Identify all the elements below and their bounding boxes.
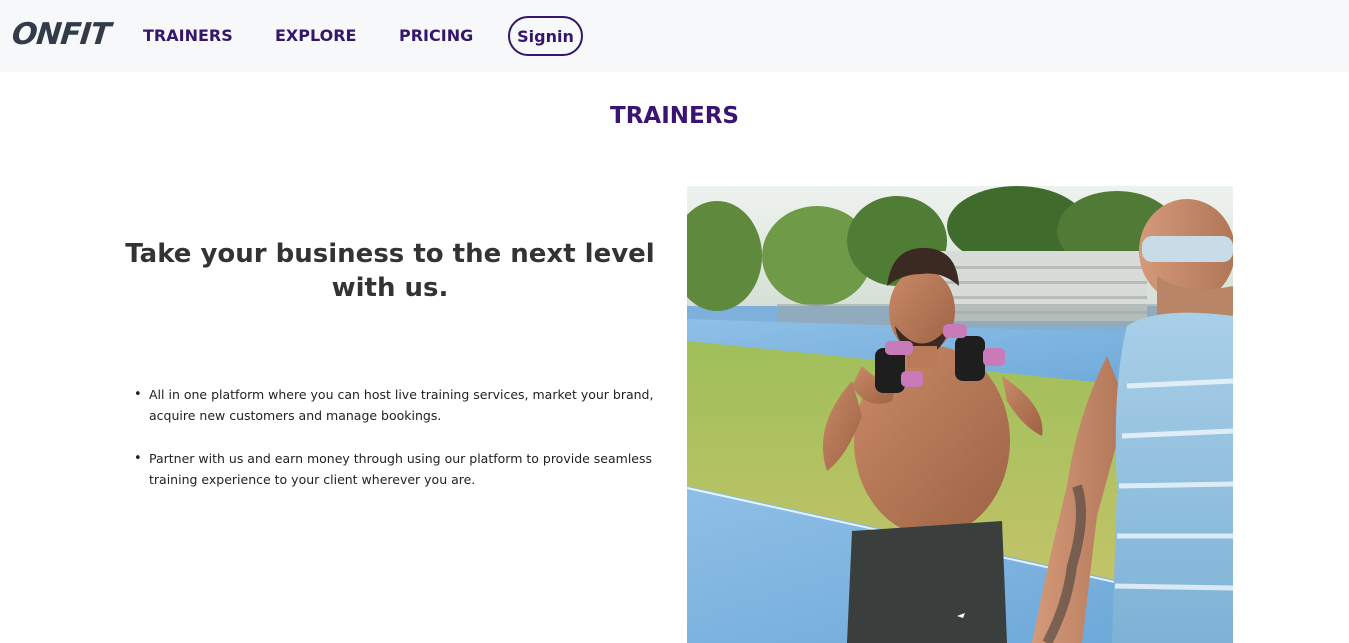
trainer-hero-image [687,186,1233,643]
hero-headline: Take your business to the next level wit… [125,239,655,303]
onfit-logo[interactable]: ONFIT [10,17,111,52]
nav-trainers-link[interactable]: TRAINERS [143,26,233,46]
benefit-item: All in one platform where you can host l… [134,384,669,426]
top-navbar: ONFIT TRAINERS EXPLORE PRICING Signin [0,0,1349,72]
nav-explore-link[interactable]: EXPLORE [275,26,356,46]
section-title: TRAINERS [610,103,739,129]
signin-button[interactable]: Signin [508,16,583,56]
benefit-item: Partner with us and earn money through u… [134,448,669,490]
nav-pricing-link[interactable]: PRICING [399,26,473,46]
trainer-photo-illustration [687,186,1233,643]
benefits-list: All in one platform where you can host l… [134,384,669,512]
